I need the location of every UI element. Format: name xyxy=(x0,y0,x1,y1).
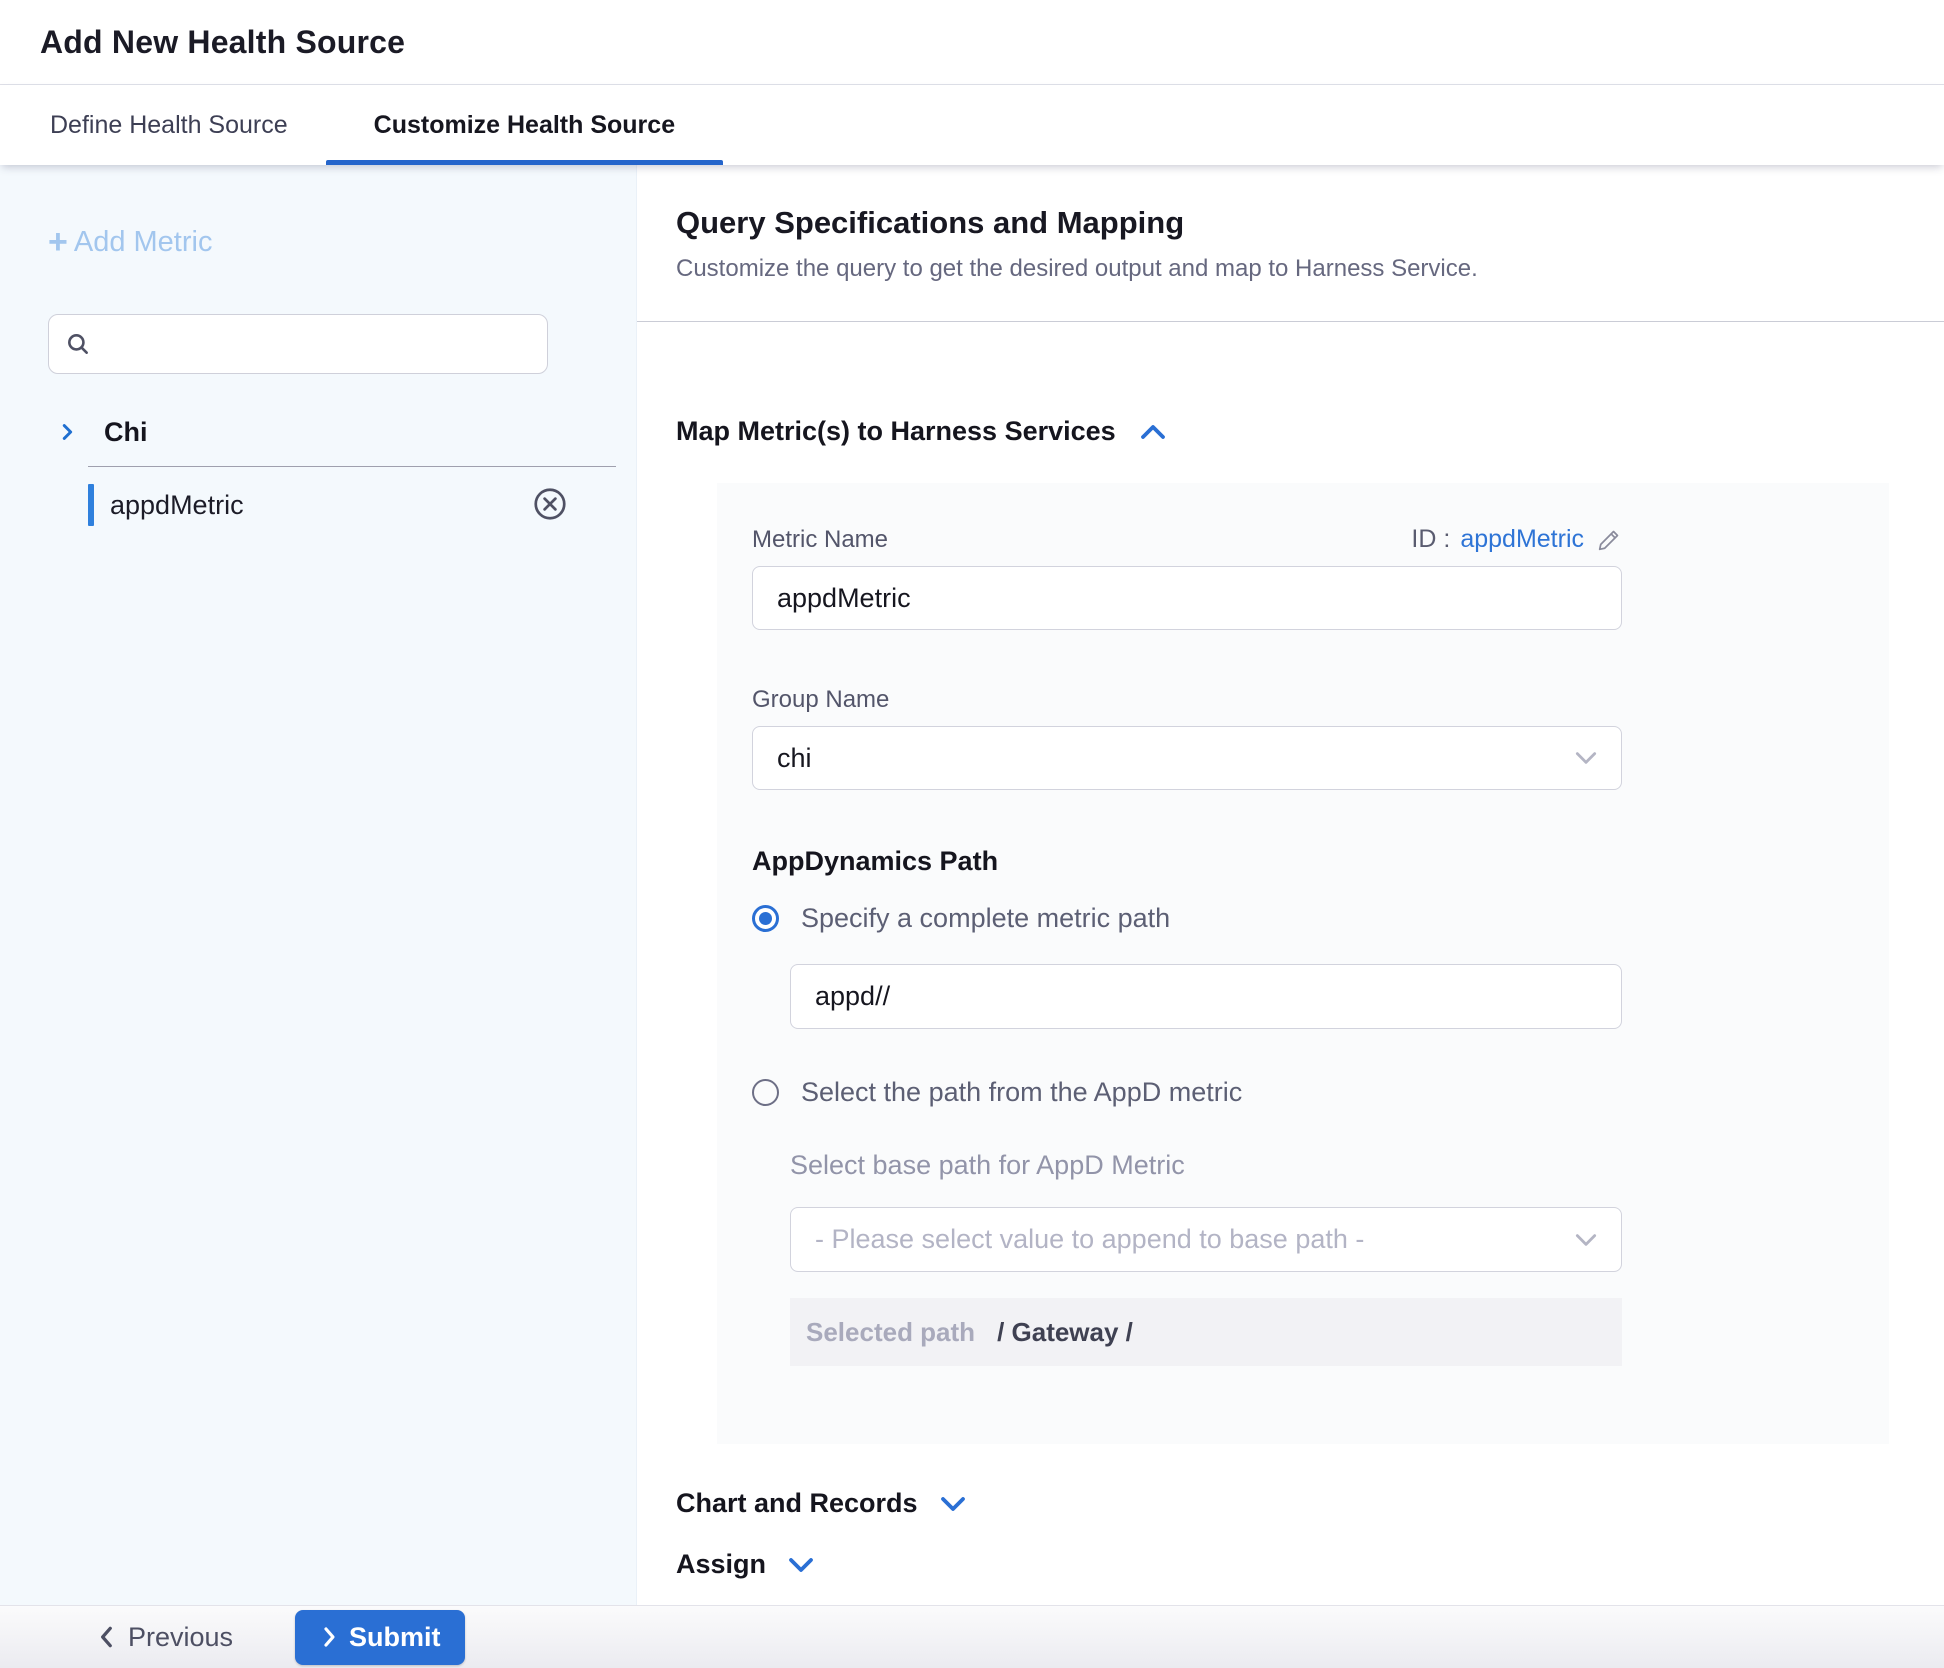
chevron-right-icon xyxy=(56,421,78,443)
radio-complete-path-label: Specify a complete metric path xyxy=(801,903,1170,934)
map-metrics-title: Map Metric(s) to Harness Services xyxy=(676,416,1116,447)
metric-item-label: appdMetric xyxy=(110,490,244,521)
heading-divider xyxy=(637,321,1944,322)
add-metric-button[interactable]: + Add Metric xyxy=(48,225,636,259)
add-metric-label: Add Metric xyxy=(74,226,213,259)
chart-and-records-toggle[interactable]: Chart and Records xyxy=(676,1488,1944,1519)
tab-label: Customize Health Source xyxy=(374,111,675,140)
chevron-left-icon xyxy=(96,1624,118,1650)
metric-name-label: Metric Name xyxy=(752,526,888,554)
assign-title: Assign xyxy=(676,1549,766,1580)
group-label: Chi xyxy=(104,417,148,448)
map-metrics-section-toggle[interactable]: Map Metric(s) to Harness Services xyxy=(676,416,1944,447)
title-bar: Add New Health Source xyxy=(0,0,1944,85)
active-tab-underline xyxy=(326,160,723,165)
section-subheading: Customize the query to get the desired o… xyxy=(676,255,1944,283)
delete-metric-icon[interactable] xyxy=(531,485,569,523)
base-path-select[interactable]: - Please select value to append to base … xyxy=(790,1207,1622,1272)
radio-complete-metric-path[interactable]: Specify a complete metric path xyxy=(752,903,1849,934)
metric-id-value[interactable]: appdMetric xyxy=(1460,525,1584,554)
query-specifications-panel: Query Specifications and Mapping Customi… xyxy=(637,165,1944,1605)
metric-name-input[interactable] xyxy=(752,566,1622,630)
selected-path-label: Selected path xyxy=(806,1317,975,1348)
base-path-label: Select base path for AppD Metric xyxy=(790,1150,1849,1181)
footer-bar: Previous Submit xyxy=(0,1605,1944,1668)
selected-metric-indicator xyxy=(88,484,94,526)
edit-id-icon[interactable] xyxy=(1596,527,1622,553)
section-heading: Query Specifications and Mapping xyxy=(676,205,1944,241)
chart-and-records-title: Chart and Records xyxy=(676,1488,918,1519)
tree-item-appdmetric[interactable]: appdMetric xyxy=(48,473,636,537)
tab-label: Define Health Source xyxy=(50,111,288,140)
selected-path-value: / Gateway / xyxy=(997,1317,1133,1348)
submit-button[interactable]: Submit xyxy=(295,1610,465,1665)
radio-select-path-label: Select the path from the AppD metric xyxy=(801,1077,1242,1108)
tab-define-health-source[interactable]: Define Health Source xyxy=(50,85,288,165)
add-health-source-drawer: Add New Health Source Define Health Sour… xyxy=(0,0,1944,1668)
search-icon xyxy=(65,331,91,357)
radio-unselected-icon[interactable] xyxy=(752,1079,779,1106)
group-name-label: Group Name xyxy=(752,686,1849,714)
tree-group-chi[interactable]: Chi xyxy=(48,404,636,460)
chevron-down-icon xyxy=(938,1493,968,1515)
map-metrics-form: Metric Name ID : appdMetric Group Nam xyxy=(717,483,1889,1444)
chevron-right-icon xyxy=(319,1625,339,1649)
assign-toggle[interactable]: Assign xyxy=(676,1549,1944,1580)
complete-metric-path-input[interactable] xyxy=(790,964,1622,1029)
metric-search-box[interactable] xyxy=(48,314,548,374)
radio-selected-icon[interactable] xyxy=(752,905,779,932)
tab-customize-health-source[interactable]: Customize Health Source xyxy=(326,85,723,165)
content-area: + Add Metric xyxy=(0,165,1944,1605)
metric-tree: Chi appdMetric xyxy=(48,404,636,537)
previous-label: Previous xyxy=(128,1622,233,1653)
group-name-select[interactable]: chi xyxy=(752,726,1622,790)
plus-icon: + xyxy=(48,225,68,259)
base-path-placeholder: - Please select value to append to base … xyxy=(815,1224,1364,1255)
chevron-up-icon xyxy=(1138,421,1168,443)
tab-bar: Define Health Source Customize Health So… xyxy=(0,85,1944,165)
chevron-down-icon xyxy=(1573,1231,1599,1249)
metrics-sidebar: + Add Metric xyxy=(0,165,637,1605)
chevron-down-icon xyxy=(786,1554,816,1576)
chevron-down-icon xyxy=(1573,749,1599,767)
selected-path-strip: Selected path / Gateway / xyxy=(790,1298,1622,1366)
tree-divider xyxy=(88,466,616,467)
group-name-value: chi xyxy=(777,743,812,774)
metric-id-prefix: ID : xyxy=(1411,525,1450,554)
radio-select-path-from-appd[interactable]: Select the path from the AppD metric xyxy=(752,1077,1849,1108)
appdynamics-path-heading: AppDynamics Path xyxy=(752,846,1849,877)
previous-button[interactable]: Previous xyxy=(96,1622,233,1653)
search-input[interactable] xyxy=(103,330,531,359)
submit-label: Submit xyxy=(349,1622,441,1653)
page-title: Add New Health Source xyxy=(40,24,405,61)
